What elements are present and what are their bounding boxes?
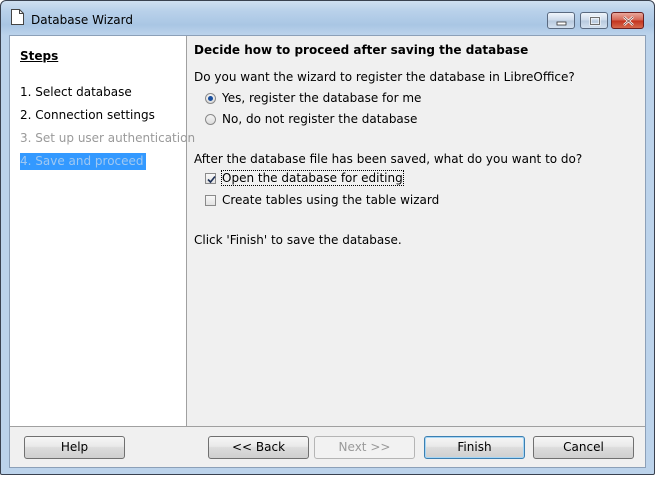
cancel-button[interactable]: Cancel (533, 436, 634, 459)
radio-selected[interactable] (205, 92, 216, 104)
create-tables-label: Create tables using the table wizard (222, 193, 440, 207)
step-connection-settings[interactable]: 2. Connection settings (20, 108, 155, 122)
maximize-icon (589, 16, 601, 26)
radio-unselected[interactable] (205, 113, 216, 125)
finish-hint: Click 'Finish' to save the database. (194, 233, 402, 247)
open-database-label: Open the database for editing (221, 170, 404, 186)
title-bar[interactable]: Database Wizard (1, 1, 654, 35)
open-database-checkbox[interactable] (205, 172, 216, 184)
help-button[interactable]: Help (24, 436, 125, 459)
register-no-label: No, do not register the database (222, 112, 418, 126)
page-title: Decide how to proceed after saving the d… (194, 43, 529, 57)
steps-panel: Steps 1. Select database 2. Connection s… (10, 36, 195, 426)
finish-button[interactable]: Finish (424, 436, 525, 459)
button-bar-divider (10, 426, 645, 427)
create-tables-checkbox[interactable] (205, 194, 216, 206)
database-wizard-window: Database Wizard Steps 1. Select database… (0, 0, 655, 475)
register-no-option[interactable]: No, do not register the database (205, 112, 417, 126)
minimize-button[interactable] (547, 12, 575, 29)
after-save-question: After the database file has been saved, … (194, 152, 583, 166)
minimize-icon (556, 21, 567, 26)
close-icon (623, 16, 634, 26)
open-database-option[interactable]: Open the database for editing (205, 170, 404, 186)
step-user-authentication: 3. Set up user authentication (20, 131, 196, 145)
document-icon (11, 9, 24, 25)
maximize-button[interactable] (580, 12, 608, 29)
checkmark-icon (207, 175, 216, 183)
wizard-body: Steps 1. Select database 2. Connection s… (9, 35, 646, 468)
register-yes-option[interactable]: Yes, register the database for me (205, 91, 421, 105)
steps-heading: Steps (20, 49, 59, 63)
main-panel: Decide how to proceed after saving the d… (187, 36, 645, 426)
create-tables-option[interactable]: Create tables using the table wizard (205, 193, 439, 207)
close-button[interactable] (611, 12, 644, 29)
register-question: Do you want the wizard to register the d… (194, 70, 575, 84)
next-button: Next >> (314, 436, 415, 459)
back-button[interactable]: << Back (208, 436, 309, 459)
register-yes-label: Yes, register the database for me (222, 91, 422, 105)
step-select-database[interactable]: 1. Select database (20, 85, 132, 99)
window-title: Database Wizard (31, 13, 133, 27)
step-save-and-proceed[interactable]: 4. Save and proceed (20, 153, 146, 170)
